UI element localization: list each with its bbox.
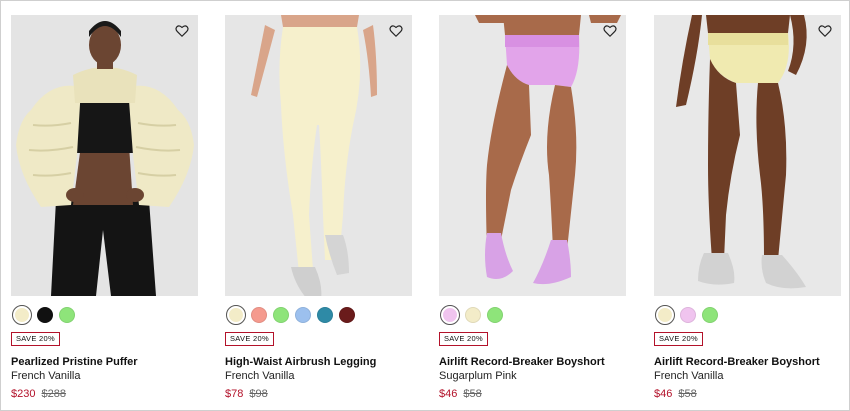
product-price: $78 $98 — [225, 388, 412, 400]
product-price: $230 $288 — [11, 388, 198, 400]
product-photo-legging — [225, 15, 412, 296]
product-color: French Vanilla — [225, 370, 295, 382]
original-price: $288 — [41, 388, 67, 400]
product-color: French Vanilla — [654, 370, 724, 382]
product-image[interactable] — [439, 15, 626, 296]
original-price: $58 — [678, 388, 697, 400]
product-card[interactable]: SAVE 20% High-Waist Airbrush Legging Fre… — [225, 15, 412, 400]
sale-price: $46 — [654, 388, 673, 400]
color-swatch[interactable] — [680, 307, 696, 323]
product-color: Sugarplum Pink — [439, 370, 517, 382]
product-price: $46 $58 — [439, 388, 626, 400]
color-swatches — [439, 305, 626, 325]
product-photo-puffer — [11, 15, 198, 296]
product-image[interactable] — [11, 15, 198, 296]
color-swatch[interactable] — [273, 307, 289, 323]
color-swatch[interactable] — [59, 307, 75, 323]
color-swatch[interactable] — [317, 307, 333, 323]
product-photo-boyshort-vanilla — [654, 15, 841, 296]
color-swatch[interactable] — [487, 307, 503, 323]
product-name[interactable]: Airlift Record-Breaker Boyshort — [439, 356, 626, 368]
color-swatches — [654, 305, 841, 325]
product-name[interactable]: Pearlized Pristine Puffer — [11, 356, 198, 368]
color-swatch[interactable] — [295, 307, 311, 323]
color-swatch[interactable] — [440, 305, 460, 325]
product-card[interactable]: SAVE 20% Airlift Record-Breaker Boyshort… — [439, 15, 626, 400]
heart-outline-icon[interactable] — [389, 24, 403, 38]
sale-price: $78 — [225, 388, 244, 400]
product-grid: SAVE 20% Pearlized Pristine Puffer Frenc… — [0, 0, 850, 411]
product-card[interactable]: SAVE 20% Pearlized Pristine Puffer Frenc… — [11, 15, 198, 400]
sale-badge: SAVE 20% — [439, 332, 488, 346]
product-color: French Vanilla — [11, 370, 81, 382]
color-swatch[interactable] — [465, 307, 481, 323]
heart-outline-icon[interactable] — [603, 24, 617, 38]
product-card[interactable]: SAVE 20% Airlift Record-Breaker Boyshort… — [654, 15, 841, 400]
color-swatches — [225, 305, 412, 325]
color-swatch[interactable] — [655, 305, 675, 325]
product-image[interactable] — [654, 15, 841, 296]
product-name[interactable]: Airlift Record-Breaker Boyshort — [654, 356, 841, 368]
color-swatch[interactable] — [226, 305, 246, 325]
heart-outline-icon[interactable] — [818, 24, 832, 38]
original-price: $98 — [249, 388, 268, 400]
color-swatch[interactable] — [339, 307, 355, 323]
product-name[interactable]: High-Waist Airbrush Legging — [225, 356, 412, 368]
original-price: $58 — [463, 388, 482, 400]
color-swatch[interactable] — [12, 305, 32, 325]
sale-price: $46 — [439, 388, 458, 400]
product-photo-boyshort-pink — [439, 15, 626, 296]
sale-badge: SAVE 20% — [654, 332, 703, 346]
color-swatch[interactable] — [702, 307, 718, 323]
heart-outline-icon[interactable] — [175, 24, 189, 38]
sale-badge: SAVE 20% — [11, 332, 60, 346]
sale-price: $230 — [11, 388, 36, 400]
color-swatches — [11, 305, 198, 325]
color-swatch[interactable] — [251, 307, 267, 323]
product-image[interactable] — [225, 15, 412, 296]
sale-badge: SAVE 20% — [225, 332, 274, 346]
color-swatch[interactable] — [37, 307, 53, 323]
product-price: $46 $58 — [654, 388, 841, 400]
